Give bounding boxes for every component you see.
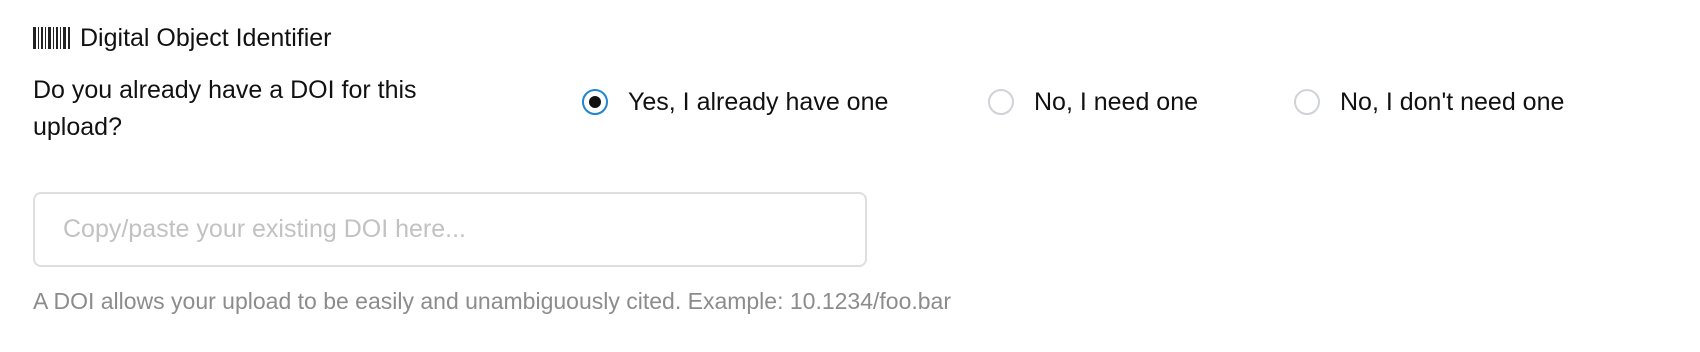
radio-option-need-doi[interactable]: No, I need one bbox=[988, 88, 1198, 116]
radio-button[interactable] bbox=[1294, 89, 1320, 115]
section-header: Digital Object Identifier bbox=[33, 22, 332, 54]
doi-question-label: Do you already have a DOI for this uploa… bbox=[33, 76, 417, 141]
radio-label-need[interactable]: No, I need one bbox=[1034, 88, 1198, 116]
doi-help-text: A DOI allows your upload to be easily an… bbox=[33, 288, 952, 314]
radio-button-checked[interactable] bbox=[582, 89, 608, 115]
barcode-icon bbox=[33, 27, 70, 49]
radio-label-dont-need[interactable]: No, I don't need one bbox=[1340, 88, 1564, 116]
doi-input[interactable] bbox=[33, 192, 867, 267]
section-title: Digital Object Identifier bbox=[80, 24, 332, 52]
radio-label-yes[interactable]: Yes, I already have one bbox=[628, 88, 888, 116]
radio-button[interactable] bbox=[988, 89, 1014, 115]
radio-option-yes-have-doi[interactable]: Yes, I already have one bbox=[582, 88, 888, 116]
radio-option-dont-need-doi[interactable]: No, I don't need one bbox=[1294, 88, 1564, 116]
